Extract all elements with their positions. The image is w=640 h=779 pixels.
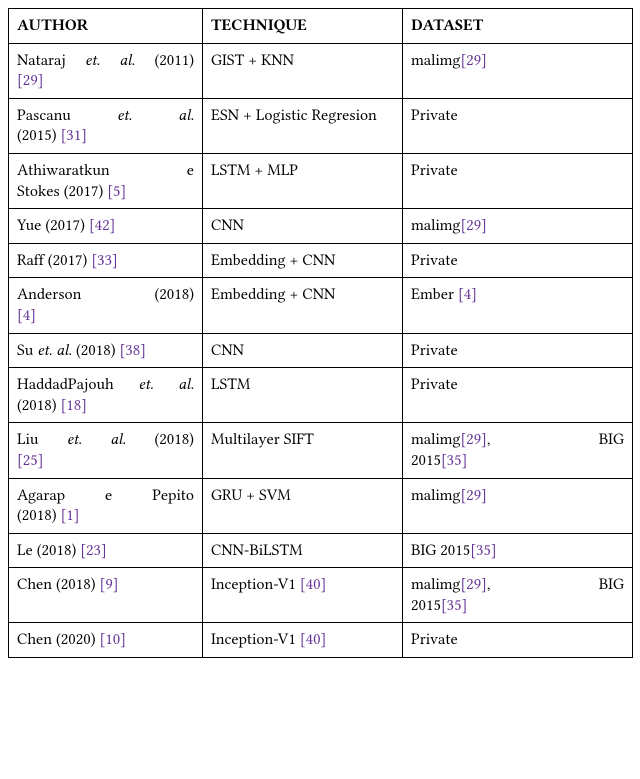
table-row: Athiwaratkun eStokes (2017) [5]LSTM + ML… — [9, 153, 633, 208]
citation-ref[interactable]: [38] — [120, 341, 146, 359]
dataset-cell: Ember [4] — [403, 278, 633, 333]
citation-ref[interactable]: [29] — [460, 486, 486, 504]
table-row: Nataraj et. al. (2011)[29]GIST + KNNmali… — [9, 43, 633, 98]
dataset-cell: Private — [403, 98, 633, 153]
dataset-cell: malimg[29], BIG2015[35] — [403, 568, 633, 623]
technique-cell: Inception-V1 [40] — [203, 623, 403, 658]
citation-ref[interactable]: [4] — [458, 285, 477, 303]
dataset-cell: Private — [403, 333, 633, 368]
technique-cell: CNN — [203, 209, 403, 244]
col-author: AUTHOR — [9, 9, 203, 44]
dataset-cell: Private — [403, 368, 633, 423]
author-cell: Liu et. al. (2018)[25] — [9, 423, 203, 478]
technique-cell: LSTM — [203, 368, 403, 423]
citation-ref[interactable]: [25] — [17, 451, 43, 469]
table-row: Liu et. al. (2018)[25]Multilayer SIFTmal… — [9, 423, 633, 478]
citation-ref[interactable]: [5] — [107, 182, 126, 200]
citation-ref[interactable]: [23] — [80, 541, 106, 559]
citation-ref[interactable]: [9] — [100, 575, 119, 593]
author-cell: Pascanu et. al.(2015) [31] — [9, 98, 203, 153]
table-row: Yue (2017) [42]CNNmalimg[29] — [9, 209, 633, 244]
author-cell: HaddadPajouh et. al. (2018) [18] — [9, 368, 203, 423]
citation-ref[interactable]: [35] — [441, 596, 467, 614]
citation-ref[interactable]: [10] — [100, 630, 126, 648]
citation-ref[interactable]: [4] — [17, 306, 36, 324]
technique-cell: GRU + SVM — [203, 478, 403, 533]
author-cell: Anderson (2018)[4] — [9, 278, 203, 333]
author-cell: Chen (2020) [10] — [9, 623, 203, 658]
technique-cell: Embedding + CNN — [203, 243, 403, 278]
technique-cell: GIST + KNN — [203, 43, 403, 98]
citation-ref[interactable]: [33] — [91, 251, 117, 269]
author-cell: Athiwaratkun eStokes (2017) [5] — [9, 153, 203, 208]
citation-ref[interactable]: [42] — [89, 216, 115, 234]
author-cell: Agarap e Pepito(2018) [1] — [9, 478, 203, 533]
dataset-cell: Private — [403, 243, 633, 278]
citation-ref[interactable]: [40] — [300, 630, 326, 648]
dataset-cell: malimg[29] — [403, 209, 633, 244]
citation-ref[interactable]: [1] — [61, 506, 80, 524]
col-dataset: DATASET — [403, 9, 633, 44]
citation-ref[interactable]: [18] — [61, 396, 87, 414]
technique-cell: CNN-BiLSTM — [203, 533, 403, 568]
author-cell: Chen (2018) [9] — [9, 568, 203, 623]
table-row: Chen (2020) [10]Inception-V1 [40]Private — [9, 623, 633, 658]
literature-table: AUTHOR TECHNIQUE DATASET Nataraj et. al.… — [8, 8, 633, 658]
author-cell: Le (2018) [23] — [9, 533, 203, 568]
citation-ref[interactable]: [35] — [470, 541, 496, 559]
technique-cell: Inception-V1 [40] — [203, 568, 403, 623]
dataset-cell: Private — [403, 623, 633, 658]
citation-ref[interactable]: [35] — [441, 451, 467, 469]
author-cell: Raff (2017) [33] — [9, 243, 203, 278]
citation-ref[interactable]: [31] — [61, 126, 87, 144]
author-cell: Nataraj et. al. (2011)[29] — [9, 43, 203, 98]
dataset-cell: Private — [403, 153, 633, 208]
citation-ref[interactable]: [29] — [460, 430, 486, 448]
technique-cell: Embedding + CNN — [203, 278, 403, 333]
dataset-cell: malimg[29], BIG2015[35] — [403, 423, 633, 478]
citation-ref[interactable]: [29] — [460, 51, 486, 69]
table-row: HaddadPajouh et. al. (2018) [18]LSTMPriv… — [9, 368, 633, 423]
table-row: Raff (2017) [33]Embedding + CNNPrivate — [9, 243, 633, 278]
col-technique: TECHNIQUE — [203, 9, 403, 44]
author-cell: Yue (2017) [42] — [9, 209, 203, 244]
citation-ref[interactable]: [29] — [460, 216, 486, 234]
table-row: Su et. al. (2018) [38]CNNPrivate — [9, 333, 633, 368]
table-header-row: AUTHOR TECHNIQUE DATASET — [9, 9, 633, 44]
table-row: Le (2018) [23]CNN-BiLSTMBIG 2015[35] — [9, 533, 633, 568]
dataset-cell: malimg[29] — [403, 478, 633, 533]
citation-ref[interactable]: [29] — [460, 575, 486, 593]
technique-cell: LSTM + MLP — [203, 153, 403, 208]
citation-ref[interactable]: [29] — [17, 71, 43, 89]
technique-cell: ESN + Logistic Regresion — [203, 98, 403, 153]
dataset-cell: malimg[29] — [403, 43, 633, 98]
table-row: Pascanu et. al.(2015) [31]ESN + Logistic… — [9, 98, 633, 153]
author-cell: Su et. al. (2018) [38] — [9, 333, 203, 368]
table-row: Chen (2018) [9]Inception-V1 [40]malimg[2… — [9, 568, 633, 623]
technique-cell: CNN — [203, 333, 403, 368]
table-row: Agarap e Pepito(2018) [1]GRU + SVMmalimg… — [9, 478, 633, 533]
table-row: Anderson (2018)[4]Embedding + CNNEmber [… — [9, 278, 633, 333]
dataset-cell: BIG 2015[35] — [403, 533, 633, 568]
citation-ref[interactable]: [40] — [300, 575, 326, 593]
technique-cell: Multilayer SIFT — [203, 423, 403, 478]
